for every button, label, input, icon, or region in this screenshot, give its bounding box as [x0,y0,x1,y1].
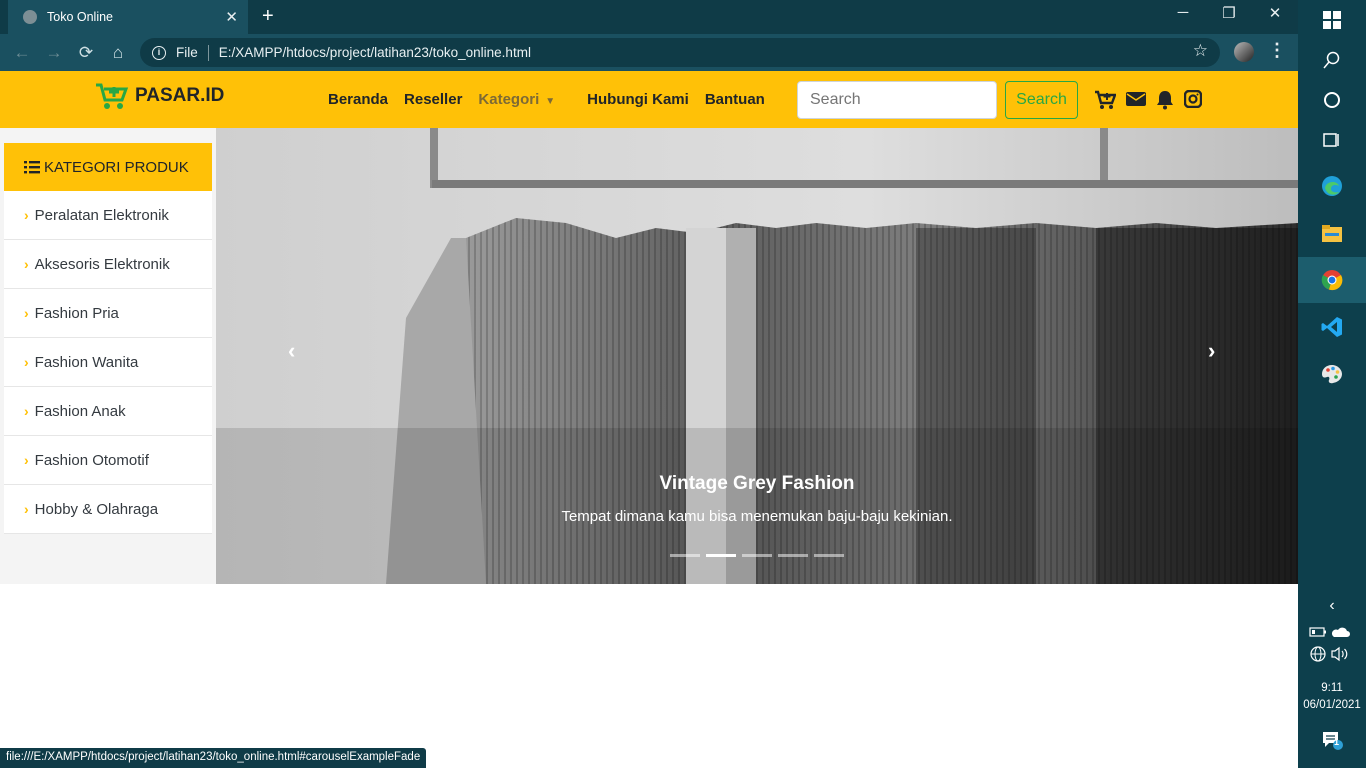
search-button[interactable]: Search [1005,81,1078,119]
nav-bantuan[interactable]: Bantuan [705,91,765,108]
restore-button[interactable]: ❐ [1214,4,1244,22]
search-input[interactable] [797,81,997,119]
profile-avatar[interactable] [1234,42,1254,62]
chevron-right-icon: › [24,403,29,419]
category-item[interactable]: › Peralatan Elektronik [4,191,212,240]
new-tab-button[interactable]: + [262,5,274,27]
system-clock[interactable]: 9:11 06/01/2021 [1298,680,1366,714]
category-label: Fashion Otomotif [34,451,149,469]
carousel-indicator[interactable] [670,554,700,557]
show-hidden-icons-chevron[interactable]: ‹ [1320,594,1344,618]
chevron-right-icon: › [24,354,29,370]
task-view-icon[interactable] [1320,128,1344,152]
onedrive-icon[interactable] [1328,620,1352,644]
chevron-right-icon: › [24,305,29,321]
cortana-icon[interactable] [1320,88,1344,112]
category-label: Peralatan Elektronik [34,206,169,224]
edge-icon[interactable] [1320,174,1344,198]
category-item[interactable]: › Fashion Anak [4,387,212,436]
tab-title: Toko Online [47,10,114,24]
battery-icon[interactable] [1306,620,1330,644]
category-heading: KATEGORI PRODUK [44,158,189,176]
brand-name: PASAR.ID [135,85,225,106]
bell-icon[interactable] [1156,90,1174,110]
windows-icon[interactable] [1320,8,1344,32]
carousel-next-button[interactable]: › [1208,338,1215,364]
chevron-right-icon: › [24,256,29,272]
menu-kebab-icon[interactable]: ⋮ [1268,40,1286,61]
globe-icon [23,10,37,24]
chevron-right-icon: › [24,207,29,223]
category-label: Hobby & Olahraga [34,500,159,518]
status-bar-url: file:///E:/XAMPP/htdocs/project/latihan2… [0,748,427,768]
back-icon[interactable]: ← [6,43,38,63]
main-menu: Beranda Reseller Kategori ▼ Hubungi Kami … [328,91,781,108]
forward-icon[interactable]: → [38,43,70,63]
carousel-caption-text: Tempat dimana kamu bisa menemukan baju-b… [561,508,953,525]
nav-reseller[interactable]: Reseller [404,91,462,108]
category-label: Fashion Wanita [34,353,139,371]
close-window-button[interactable]: ✕ [1260,4,1290,22]
hero-carousel: ‹ › Vintage Grey Fashion Tempat dimana k… [216,128,1298,584]
clock-time: 9:11 [1321,682,1343,694]
network-globe-icon[interactable] [1306,642,1330,666]
file-label: File [176,45,198,60]
nav-beranda[interactable]: Beranda [328,91,388,108]
nav-kategori-dropdown[interactable]: Kategori ▼ [478,91,571,108]
carousel-indicator[interactable] [742,554,772,557]
notification-center-icon[interactable]: 1 [1320,728,1344,752]
file-explorer-icon[interactable] [1320,222,1344,246]
chevron-right-icon: › [24,501,29,517]
category-sidebar: KATEGORI PRODUK › Peralatan Elektronik › A… [0,128,216,584]
site-navbar: PASAR.ID Beranda Reseller Kategori ▼ Hubu… [0,71,1298,128]
category-item[interactable]: › Fashion Wanita [4,338,212,387]
tab-close-icon[interactable]: ✕ [225,8,238,26]
browser-window: Toko Online ✕ + ─ ❐ ✕ ← → ⟳ ⌂ i File E:/… [0,0,1298,768]
paint-icon[interactable] [1320,362,1344,386]
windows-taskbar: ‹ 9:11 06/01/2021 1 [1298,0,1366,768]
home-icon[interactable]: ⌂ [102,43,134,63]
carousel-indicators [670,554,844,557]
carousel-indicator[interactable] [814,554,844,557]
cart-logo-icon [96,83,129,109]
browser-tab[interactable]: Toko Online ✕ [8,0,248,34]
category-header: KATEGORI PRODUK [4,143,212,191]
category-item[interactable]: › Fashion Pria [4,289,212,338]
caret-down-icon: ▼ [545,96,556,107]
clock-date: 06/01/2021 [1303,699,1361,711]
divider [207,44,209,61]
carousel-caption-title: Vintage Grey Fashion [659,473,855,494]
bookmark-star-icon[interactable]: ☆ [1193,41,1208,61]
category-item[interactable]: › Fashion Otomotif [4,436,212,485]
chrome-icon[interactable] [1320,268,1344,292]
tab-strip: Toko Online ✕ + ─ ❐ ✕ [0,0,1298,34]
address-bar[interactable]: i File E:/XAMPP/htdocs/project/latihan23… [140,38,1220,67]
volume-icon[interactable] [1328,642,1352,666]
nav-icon-group [1094,90,1202,110]
category-label: Fashion Pria [34,304,119,322]
toolbar: ← → ⟳ ⌂ i File E:/XAMPP/htdocs/project/l… [0,34,1298,71]
minimize-button[interactable]: ─ [1168,4,1198,21]
category-label: Aksesoris Elektronik [34,255,170,273]
carousel-indicator-active[interactable] [706,554,736,557]
instagram-icon[interactable] [1184,90,1202,108]
notification-badge: 1 [1334,737,1340,747]
chevron-right-icon: › [24,452,29,468]
nav-hubungi-kami[interactable]: Hubungi Kami [587,91,689,108]
reload-icon[interactable]: ⟳ [70,43,102,63]
nav-kategori-label: Kategori [478,91,540,108]
vscode-icon[interactable] [1320,315,1344,339]
cart-plus-icon[interactable] [1094,90,1116,110]
brand-logo[interactable]: PASAR.ID [95,82,224,110]
search-icon[interactable] [1320,48,1344,72]
info-icon[interactable]: i [152,45,166,60]
carousel-prev-button[interactable]: ‹ [288,338,295,364]
url-text[interactable]: E:/XAMPP/htdocs/project/latihan23/toko_o… [219,45,531,60]
category-label: Fashion Anak [34,402,126,420]
category-item[interactable]: › Aksesoris Elektronik [4,240,212,289]
envelope-icon[interactable] [1126,90,1146,108]
list-icon [24,161,40,174]
carousel-indicator[interactable] [778,554,808,557]
category-item[interactable]: › Hobby & Olahraga [4,485,212,534]
